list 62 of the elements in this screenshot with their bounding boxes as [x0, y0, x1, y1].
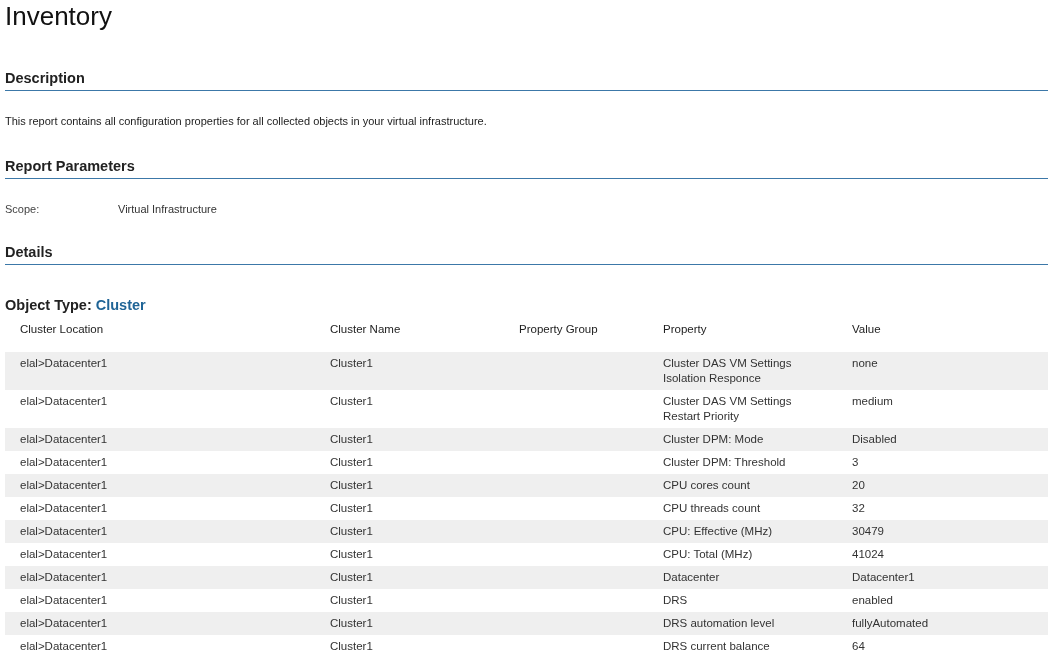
table-cell-text: elal>Datacenter1: [20, 501, 109, 516]
table-cell-text: enabled: [852, 593, 894, 608]
table-cell-text: none: [852, 356, 879, 371]
table-cell-text: Cluster1: [330, 593, 374, 608]
table-cell-text: elal>Datacenter1: [20, 432, 109, 447]
table-cell-text: elal>Datacenter1: [20, 593, 109, 608]
table-cell-text: DRS current balance: [663, 639, 771, 650]
column-header: Property Group: [519, 322, 599, 337]
column-header: Property: [663, 322, 708, 337]
column-header: Cluster Name: [330, 322, 402, 337]
table-cell-text: Cluster1: [330, 524, 374, 539]
object-type-value: Cluster: [95, 296, 146, 314]
table-cell-text: medium: [852, 394, 894, 409]
table-cell-text: Cluster1: [330, 432, 374, 447]
table-cell-text: Cluster1: [330, 616, 374, 631]
table-cell-text: Cluster1: [330, 356, 374, 371]
table-cell-text: Cluster1: [330, 639, 374, 650]
table-cell-text: elal>Datacenter1: [20, 524, 109, 539]
table-cell-text: 30479: [852, 524, 885, 539]
column-header: Value: [852, 322, 882, 337]
table-cell-text: CPU: Total (MHz): [663, 547, 754, 562]
table-cell-text: elal>Datacenter1: [20, 547, 109, 562]
table-cell-text: Datacenter1: [852, 570, 916, 585]
parameter-value: Virtual Infrastructure: [118, 202, 217, 216]
table-cell-text: elal>Datacenter1: [20, 570, 109, 585]
table-cell-text: elal>Datacenter1: [20, 616, 109, 631]
table-cell-text: Cluster1: [330, 394, 374, 409]
table-cell-text: fullyAutomated: [852, 616, 930, 631]
table-cell-text: 41024: [852, 547, 885, 562]
table-cell-text: Cluster1: [330, 570, 374, 585]
table-cell-text: DRS automation level: [663, 616, 776, 631]
table-cell-text: CPU: Effective (MHz): [663, 524, 774, 539]
table-cell-text: Cluster1: [330, 501, 374, 516]
page-title: Inventory: [5, 0, 113, 31]
table-cell-text: elal>Datacenter1: [20, 639, 109, 650]
table-cell-text: Cluster DAS VM Settings Restart Priority: [663, 394, 793, 424]
section-heading: Report Parameters: [5, 157, 136, 175]
table-cell-text: Disabled: [852, 432, 898, 447]
parameter-label: Scope:: [5, 202, 41, 216]
table-cell-text: 3: [852, 455, 860, 470]
table-cell-text: 20: [852, 478, 866, 493]
table-cell-text: Cluster1: [330, 478, 374, 493]
column-header: Cluster Location: [20, 322, 105, 337]
table-cell-text: Cluster DAS VM Settings Isolation Responce: [663, 356, 793, 386]
table-cell-text: Cluster1: [330, 455, 374, 470]
object-type-label: Object Type:: [5, 296, 92, 314]
section-heading: Details: [5, 243, 54, 261]
table-cell-text: Datacenter: [663, 570, 721, 585]
table-cell-text: CPU threads count: [663, 501, 762, 516]
table-cell-text: DRS: [663, 593, 689, 608]
section-heading: Description: [5, 69, 86, 87]
table-cell-text: 64: [852, 639, 866, 650]
description-text: This report contains all configuration properties for all collected objects in your virtual infrastructure.: [5, 114, 488, 128]
table-cell-text: elal>Datacenter1: [20, 356, 109, 371]
table-cell-text: elal>Datacenter1: [20, 394, 109, 409]
table-cell-text: 32: [852, 501, 866, 516]
table-cell-text: elal>Datacenter1: [20, 455, 109, 470]
table-cell-text: Cluster DPM: Threshold: [663, 455, 787, 470]
table-cell-text: Cluster DPM: Mode: [663, 432, 765, 447]
table-cell-text: CPU cores count: [663, 478, 751, 493]
table-cell-text: Cluster1: [330, 547, 374, 562]
table-cell-text: elal>Datacenter1: [20, 478, 109, 493]
